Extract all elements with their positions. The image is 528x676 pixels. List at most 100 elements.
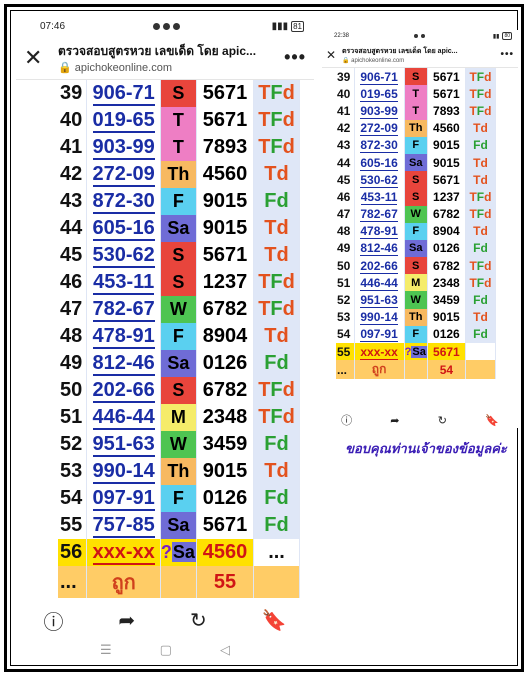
more-vert-icon[interactable]: •••	[500, 49, 514, 60]
table-row: 42 272-09 Th 4560 Td	[58, 161, 300, 188]
row-number: 53	[58, 458, 88, 485]
status-icons	[153, 22, 183, 30]
formula-digits: 0126	[196, 350, 255, 377]
draw-number: 605-16	[354, 153, 405, 172]
formula-digits: 6782	[196, 296, 255, 323]
hit-marker: Td	[253, 161, 300, 188]
table-row: 50 202-66 S 6782 TFd	[336, 257, 496, 275]
summary-blank	[160, 566, 197, 598]
row-number: 43	[336, 136, 355, 154]
formula-digits: 5671	[196, 80, 255, 107]
messenger-icon	[163, 22, 171, 30]
status-time: 22:38	[334, 33, 350, 39]
table-row: 44 605-16 Sa 9015 Td	[336, 153, 496, 172]
day-badge: Sa	[160, 350, 197, 377]
formula-digits: 0126	[196, 485, 255, 512]
thanks-caption: ขอบคุณท่านเจ้าของข้อมูลค่ะ	[345, 442, 507, 457]
browser-url-bar: ✕ ตรวจสอบสูตรหวย เลขเด็ด โดย apic... 🔒 a…	[322, 42, 518, 68]
formula-digits: 1237	[427, 188, 466, 206]
day-badge: M	[160, 404, 197, 431]
line-icon	[173, 22, 181, 30]
hit-marker: TFd	[253, 377, 300, 404]
hit-marker: Fd	[253, 485, 300, 512]
row-number: 39	[336, 68, 355, 86]
day-badge: S	[160, 242, 197, 269]
table-row: 54 097-91 F 0126 Fd	[58, 485, 300, 512]
table-row: 48 478-91 F 8904 Td	[336, 222, 496, 240]
hit-marker: TFd	[465, 102, 496, 120]
hit-marker: Td	[253, 323, 300, 350]
refresh-icon[interactable]: ↻	[190, 608, 207, 633]
formula-digits: 9015	[427, 136, 466, 154]
formula-digits: 9015	[427, 308, 466, 326]
formula-digits: 6782	[427, 257, 466, 275]
formula-digits: 0126	[427, 239, 466, 258]
draw-number: 453-11	[354, 188, 405, 206]
info-icon[interactable]: ⓘ	[341, 412, 352, 428]
row-number: 42	[58, 161, 88, 188]
draw-number: 446-44	[354, 274, 405, 292]
formula-digits: 9015	[196, 215, 255, 242]
system-status-icons: ▮▮▮ 81	[272, 20, 304, 32]
formula-digits: 7893	[196, 134, 255, 161]
share-icon[interactable]: ➦	[390, 414, 399, 427]
draw-number: 951-63	[354, 291, 405, 309]
hit-marker: TFd	[253, 134, 300, 161]
home-icon[interactable]: ▢	[160, 642, 172, 658]
summary-row: ... ถูก 55	[58, 566, 300, 598]
formula-digits: 3459	[427, 291, 466, 309]
back-icon[interactable]: ◁	[220, 642, 230, 658]
hit-marker: TFd	[253, 269, 300, 296]
url-text[interactable]: ตรวจสอบสูตรหวย เลขเด็ด โดย apic... 🔒 api…	[342, 46, 500, 64]
table-row: 43 872-30 F 9015 Fd	[336, 136, 496, 154]
draw-number: 453-11	[86, 269, 161, 296]
draw-number: 990-14	[354, 308, 405, 326]
day-badge: W	[160, 296, 197, 323]
draw-number: 202-66	[354, 257, 405, 275]
table-row: 40 019-65 T 5671 TFd	[58, 107, 300, 134]
page-domain: 🔒 apichokeonline.com	[342, 57, 405, 64]
hit-marker: TFd	[465, 85, 496, 103]
close-icon[interactable]: ✕	[326, 48, 342, 62]
day-badge: W	[404, 205, 428, 223]
url-text[interactable]: ตรวจสอบสูตรหวย เลขเด็ด โดย apic... 🔒 api…	[58, 42, 284, 74]
table-row: 49 812-46 Sa 0126 Fd	[58, 350, 300, 377]
more-vert-icon[interactable]: •••	[284, 47, 306, 68]
draw-number: 446-44	[86, 404, 161, 431]
row-number: 56	[58, 539, 88, 566]
table-row: 39 906-71 S 5671 TFd	[58, 80, 300, 107]
table-row: 41 903-99 T 7893 TFd	[58, 134, 300, 161]
formula-digits: 4560	[196, 161, 255, 188]
bookmark-icon[interactable]: 🔖	[485, 414, 499, 427]
day-badge: F	[160, 485, 197, 512]
row-number: 54	[58, 485, 88, 512]
refresh-icon[interactable]: ↻	[438, 414, 447, 427]
hit-label: ถูก	[86, 566, 161, 598]
left-phone-screen: 07:46 ▮▮▮ 81 ✕ ตรวจสอบสูตรหวย เลขเด็ด โด…	[16, 16, 314, 662]
row-number: 48	[58, 323, 88, 350]
hit-marker: TFd	[253, 404, 300, 431]
day-badge: S	[160, 377, 197, 404]
draw-number: 097-91	[86, 485, 161, 512]
battery-icon: 80	[502, 32, 512, 40]
hit-label: ถูก	[354, 360, 405, 380]
table-row: 46 453-11 S 1237 TFd	[336, 188, 496, 206]
bookmark-icon[interactable]: 🔖	[262, 608, 287, 633]
formula-digits: 2348	[196, 404, 255, 431]
day-badge: T	[160, 134, 197, 161]
day-badge: F	[160, 323, 197, 350]
formula-digits: 7893	[427, 102, 466, 120]
share-icon[interactable]: ➦	[118, 608, 135, 633]
lotto-table: 39 906-71 S 5671 TFd 40 019-65 T 5671 TFd 41 903-99…	[58, 80, 300, 598]
close-icon[interactable]: ✕	[24, 45, 58, 71]
recents-icon[interactable]: ☰	[100, 642, 112, 658]
draw-number: 530-62	[86, 242, 161, 269]
day-badge: Th	[404, 308, 428, 326]
info-icon[interactable]: ⓘ	[43, 606, 63, 635]
day-badge: S	[404, 188, 428, 206]
row-number: 51	[336, 274, 355, 292]
row-number: 50	[336, 257, 355, 275]
hit-marker: Fd	[253, 350, 300, 377]
hit-marker: Td	[465, 153, 496, 172]
prediction-row: 56 xxx-xx ?Sa 4560...	[58, 539, 300, 566]
